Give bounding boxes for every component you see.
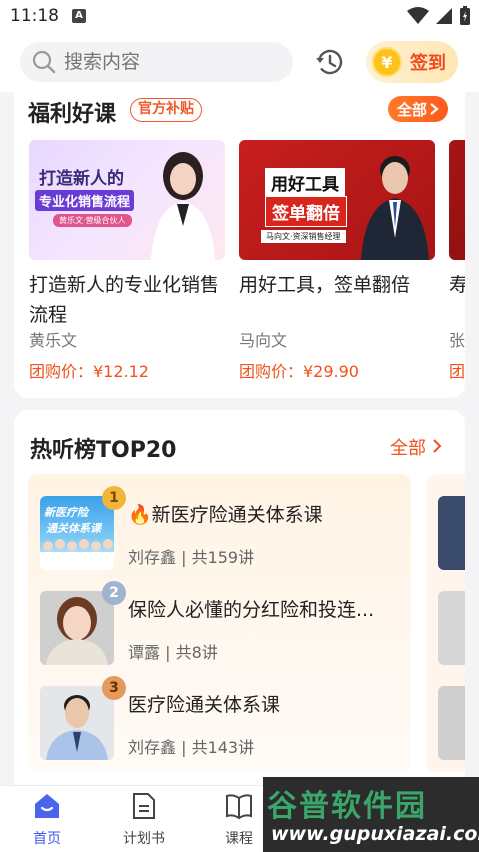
ranking-thumbnail-next[interactable] [438, 686, 465, 760]
home-icon [35, 794, 59, 818]
coin-icon: ¥ [372, 47, 402, 77]
course-thumbnail: 用好工具 签单翻倍 马向文·资深销售经理 [239, 140, 435, 260]
signin-label: 签到 [410, 53, 446, 74]
search-bar[interactable] [20, 42, 293, 82]
fire-icon: 🔥 [128, 504, 152, 526]
ranking-section-title: 热听榜TOP20 [30, 438, 177, 463]
watermark-title: 谷普软件园 [267, 789, 427, 824]
course-price: 团购价：¥12.12 [29, 362, 149, 381]
tab-label: 课程 [225, 831, 253, 847]
ranking-list: 新医疗险 通关体系课 1 🔥新医疗险通关体系课 刘存鑫 | 共159讲 2 保险… [28, 474, 411, 772]
course-title: 用好工具，签单翻倍 [239, 274, 411, 296]
system-icons [407, 6, 471, 26]
ranking-all-label: 全部 [390, 438, 426, 459]
presenter-photo [151, 152, 215, 260]
welfare-all-label: 全部 [396, 100, 427, 119]
course-price: 团购价：¥29.90 [239, 362, 359, 381]
course-author: 马向文 [239, 331, 288, 350]
course-thumbnail: 打造新人的 专业化销售流程 黄乐文·营级合伙人 [29, 140, 225, 260]
top-header: ¥ 签到 [0, 34, 479, 92]
ranking-thumbnail [40, 686, 114, 760]
presenter-photo [361, 156, 429, 260]
signin-button[interactable]: ¥ 签到 [366, 41, 458, 83]
book-icon [226, 794, 252, 820]
presenters-photo [40, 539, 114, 570]
rank-medal-badge: 1 [102, 486, 126, 510]
tab-label: 首页 [33, 831, 61, 847]
ranking-item-title: 保险人必懂的分红险和投连... [128, 599, 375, 621]
tab-plan[interactable]: 计划书 [114, 792, 174, 848]
course-author: 张 [449, 331, 465, 350]
ranking-item[interactable]: 2 保险人必懂的分红险和投连... 谭露 | 共8讲 [40, 581, 405, 667]
document-icon [133, 793, 155, 819]
rank-medal-badge: 2 [102, 581, 126, 605]
tab-label: 计划书 [123, 831, 165, 847]
ranking-all-link[interactable]: 全部 [390, 434, 442, 460]
poster-line1: 打造新人的 [39, 169, 124, 189]
ranking-thumbnail-next[interactable] [438, 591, 465, 665]
course-card[interactable]: 寿...坛 张 团 [449, 140, 465, 382]
ranking-item-title: 医疗险通关体系课 [128, 694, 281, 716]
chevron-right-icon [433, 439, 442, 453]
course-card[interactable]: 用好工具 签单翻倍 马向文·资深销售经理 用好工具，签单翻倍 马向文 团购价：¥… [239, 140, 435, 382]
poster-sub: 黄乐文·营级合伙人 [53, 214, 132, 227]
course-thumbnail [449, 140, 465, 260]
presenter-photo [40, 591, 114, 665]
poster-line2: 专业化销售流程 [35, 190, 135, 211]
status-time: 11:18 [10, 6, 59, 26]
wifi-icon [407, 7, 429, 24]
welfare-all-button[interactable]: 全部 [388, 96, 448, 122]
watermark: 谷普软件园 www.gupuxiazai.com [263, 777, 479, 852]
signal-icon [436, 8, 452, 24]
poster-sub: 马向文·资深销售经理 [261, 230, 346, 243]
welfare-section-title: 福利好课 [28, 102, 117, 127]
ranking-thumbnail [40, 591, 114, 665]
course-title-text: 寿...坛 [449, 274, 465, 296]
poster-text1: 新医疗险 [44, 506, 88, 519]
battery-icon [460, 6, 470, 25]
ranking-item[interactable]: 3 医疗险通关体系课 刘存鑫 | 共143讲 [40, 676, 405, 762]
course-card[interactable]: 打造新人的 专业化销售流程 黄乐文·营级合伙人 打造新人的专业化销售流程 黄乐文… [29, 140, 225, 382]
ranking-item-title: 🔥新医疗险通关体系课 [128, 500, 323, 527]
ranking-item-meta: 谭露 | 共8讲 [128, 643, 218, 662]
presenter-photo [40, 686, 114, 760]
tab-courses[interactable]: 课程 [209, 792, 269, 848]
search-icon [32, 50, 56, 74]
notification-icon: A [72, 9, 86, 23]
poster-line2: 签单翻倍 [265, 196, 347, 227]
watermark-url: www.gupuxiazai.com [271, 823, 479, 845]
course-price: 团 [449, 362, 465, 381]
search-input[interactable] [64, 51, 264, 73]
status-bar: 11:18 A [0, 0, 479, 34]
history-icon[interactable] [313, 46, 345, 78]
ranking-item-title-text: 新医疗险通关体系课 [151, 504, 323, 526]
ranking-thumbnail: 新医疗险 通关体系课 [40, 496, 114, 570]
course-title: 寿...坛 [449, 270, 465, 300]
tab-home[interactable]: 首页 [17, 792, 77, 848]
ranking-item-meta: 刘存鑫 | 共143讲 [128, 738, 255, 757]
rank-medal-badge: 3 [102, 676, 126, 700]
course-title: 打造新人的专业化销售流程 [29, 274, 220, 326]
poster-line1: 用好工具 [265, 168, 345, 197]
ranking-item-meta: 刘存鑫 | 共159讲 [128, 548, 255, 567]
course-author: 黄乐文 [29, 331, 78, 350]
official-subsidy-tag: 官方补贴 [130, 98, 202, 122]
hot-ranking-card: 热听榜TOP20 全部 新医疗险 通关体系课 1 🔥新医疗险通关体系课 刘存鑫 … [14, 410, 465, 785]
welfare-courses-card: 福利好课 官方补贴 全部 打造新人的 专业化销售流程 黄乐文·营级合伙人 打造新… [14, 92, 465, 398]
ranking-thumbnail-next[interactable] [438, 496, 465, 570]
ranking-item[interactable]: 新医疗险 通关体系课 1 🔥新医疗险通关体系课 刘存鑫 | 共159讲 [40, 486, 405, 572]
chevron-right-icon [430, 103, 439, 115]
poster-text2: 通关体系课 [46, 522, 101, 535]
